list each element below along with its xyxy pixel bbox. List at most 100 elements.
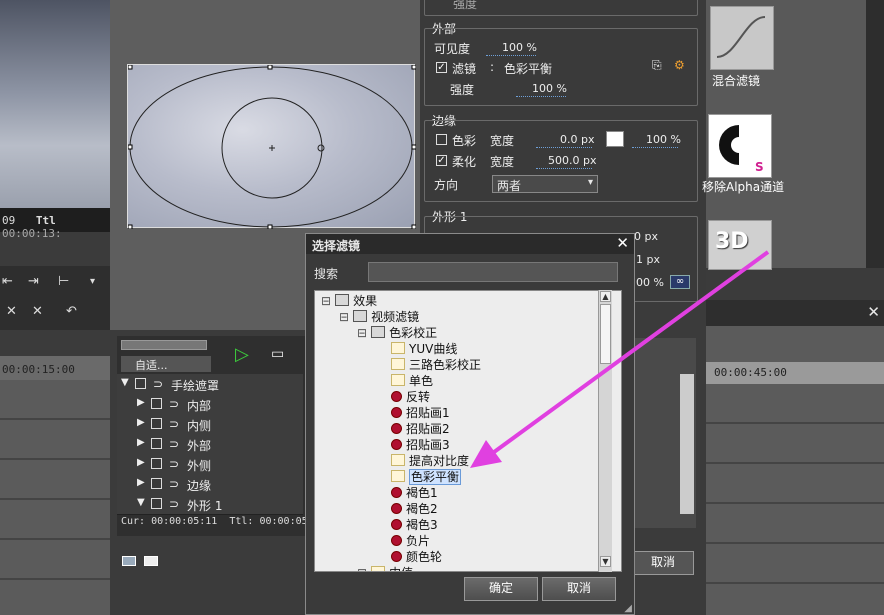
grid-view-icon[interactable]: [122, 556, 136, 566]
edge-soft-checkbox[interactable]: ✓: [436, 155, 447, 166]
left-timeline-ruler[interactable]: 00:00:15:00: [0, 356, 110, 380]
chevron-right-icon[interactable]: ▶: [137, 417, 145, 428]
edge-color-pct[interactable]: 100 %: [646, 133, 681, 146]
mask-shapes[interactable]: [128, 65, 416, 229]
mask-preview-image[interactable]: [127, 64, 416, 229]
single-view-icon[interactable]: [144, 556, 158, 566]
scroll-thumb[interactable]: [600, 304, 611, 364]
layer-label: 手绘遮罩: [171, 379, 220, 393]
play-icon[interactable]: ▷: [235, 344, 249, 365]
visibility-value[interactable]: 100 %: [502, 41, 537, 54]
chevron-down-icon[interactable]: ▾: [90, 276, 95, 287]
collapse-icon[interactable]: ⊟: [357, 566, 367, 571]
3d-thumb[interactable]: 3D: [708, 220, 772, 270]
collapse-icon[interactable]: ⊟: [321, 294, 331, 308]
layer-row[interactable]: ▶ ⊃ 外部: [117, 434, 303, 455]
link-icon[interactable]: ∞: [670, 275, 690, 289]
resize-grip-icon[interactable]: ◢: [624, 603, 632, 614]
edge-color-swatch[interactable]: [606, 131, 624, 147]
layer-checkbox[interactable]: [151, 398, 162, 409]
comment-icon[interactable]: ▭: [271, 346, 284, 362]
thumb-label-remove-alpha: 移除Alpha通道: [702, 180, 785, 194]
tree-item[interactable]: 褐色1: [391, 485, 438, 501]
layer-checkbox[interactable]: [151, 478, 162, 489]
thumbs-scrollbar[interactable]: [866, 0, 884, 268]
chevron-down-icon[interactable]: ▼: [137, 497, 145, 508]
edge-color-checkbox[interactable]: [436, 134, 447, 145]
layer-row[interactable]: ▶ ⊃ 内部: [117, 394, 303, 415]
edge-soft-width-value[interactable]: 500.0 px: [548, 154, 596, 167]
tree-item[interactable]: 褐色3: [391, 517, 438, 533]
chevron-right-icon[interactable]: ▶: [137, 477, 145, 488]
tree-item[interactable]: ⊟ 视频滤镜: [339, 309, 419, 325]
filter-settings-icon[interactable]: ⚙: [674, 58, 685, 72]
chevron-right-icon[interactable]: ▶: [137, 457, 145, 468]
mode-dropdown[interactable]: 自适...: [121, 356, 211, 372]
dialog-titlebar[interactable]: 选择滤镜 ✕: [306, 234, 634, 254]
export-icon[interactable]: ⎘: [652, 58, 662, 73]
tree-item[interactable]: 负片: [391, 533, 430, 549]
tree-item[interactable]: ⊟ 色彩校正: [357, 325, 437, 341]
layer-row[interactable]: ▶ ⊃ 内侧: [117, 414, 303, 435]
chevron-down-icon[interactable]: ▼: [121, 377, 129, 388]
layer-checkbox[interactable]: [151, 418, 162, 429]
tree-item[interactable]: 招贴画3: [391, 437, 450, 453]
ok-button[interactable]: 确定: [464, 577, 538, 601]
shape-value-3[interactable]: 00 %: [636, 276, 664, 289]
tree-item[interactable]: 三路色彩校正: [391, 357, 481, 373]
collapse-icon[interactable]: ⊟: [357, 326, 367, 340]
direction-select[interactable]: 两者 ▾: [492, 175, 598, 193]
remove-alpha-thumb[interactable]: S: [708, 114, 772, 178]
collapse-icon[interactable]: ⊟: [339, 310, 349, 324]
mark-out-icon[interactable]: ⊢: [58, 274, 69, 289]
close-icon[interactable]: ✕: [616, 234, 629, 252]
undo-icon[interactable]: ↶: [66, 304, 77, 319]
tree-item[interactable]: 单色: [391, 373, 433, 389]
chevron-right-icon[interactable]: ▶: [137, 397, 145, 408]
right-ruler[interactable]: 00:00:45:00: [706, 362, 884, 384]
edge-color-width-value[interactable]: 0.0 px: [560, 133, 594, 146]
layer-row[interactable]: ▼ ⊃ 手绘遮罩: [117, 374, 303, 395]
layer-row[interactable]: ▶ ⊃ 外侧: [117, 454, 303, 475]
split-icon[interactable]: ✕: [6, 304, 17, 319]
filter-checkbox[interactable]: ✓: [436, 62, 447, 73]
tree-item-label: 褐色3: [406, 518, 438, 532]
tree-item[interactable]: 色彩平衡: [391, 469, 462, 485]
tree-item[interactable]: 招贴画1: [391, 405, 450, 421]
delete-icon[interactable]: ✕: [32, 304, 43, 319]
layer-checkbox[interactable]: [151, 438, 162, 449]
filter-tree[interactable]: ⊟ 效果 ⊟ 视频滤镜 ⊟ 色彩校正 YUV曲线 三路色彩校正 单色 反转 招贴画1 招贴画2 招贴画3…: [314, 290, 622, 572]
scroll-down-icon[interactable]: ▼: [600, 556, 611, 567]
layer-checkbox[interactable]: [135, 378, 146, 389]
tree-item[interactable]: YUV曲线: [391, 341, 457, 357]
tree-item[interactable]: 褐色2: [391, 501, 438, 517]
tree-item[interactable]: 颜色轮: [391, 549, 442, 565]
tree-item[interactable]: ⊟ 效果: [321, 293, 377, 309]
tree-item[interactable]: ⊟ 中值: [357, 565, 413, 571]
tree-item[interactable]: 反转: [391, 389, 430, 405]
search-input[interactable]: [368, 262, 618, 282]
shape-value-2[interactable]: 1 px: [636, 253, 660, 266]
close-icon[interactable]: ✕: [867, 303, 880, 321]
blend-filter-thumb[interactable]: [710, 6, 774, 70]
tree-item[interactable]: 提高对比度: [391, 453, 469, 469]
layer-checkbox[interactable]: [151, 458, 162, 469]
chevron-right-icon[interactable]: ▶: [137, 437, 145, 448]
scroll-up-icon[interactable]: ▲: [600, 291, 611, 302]
step-back-icon[interactable]: ⇤: [2, 274, 13, 289]
layer-row[interactable]: ▶ ⊃ 边缘: [117, 474, 303, 495]
left-timeline-tracks[interactable]: [0, 380, 110, 615]
right-timeline[interactable]: ✕ 00:00:45:00: [706, 300, 884, 615]
layer-checkbox[interactable]: [151, 498, 162, 509]
shape-value-1[interactable]: 0 px: [634, 230, 658, 243]
behind-cancel-button[interactable]: 取消: [632, 551, 694, 575]
tree-item[interactable]: 招贴画2: [391, 421, 450, 437]
layer-slider[interactable]: [121, 340, 207, 350]
layer-row[interactable]: ▼ ⊃ 外形 1: [117, 494, 303, 515]
middle-scrollbar[interactable]: [680, 374, 694, 514]
cancel-button[interactable]: 取消: [542, 577, 616, 601]
mark-in-icon[interactable]: ⇥: [28, 274, 39, 289]
view-toggle[interactable]: [120, 554, 160, 568]
outer-strength-value[interactable]: 100 %: [532, 82, 567, 95]
tree-scrollbar[interactable]: ▲ ▼: [598, 290, 612, 572]
